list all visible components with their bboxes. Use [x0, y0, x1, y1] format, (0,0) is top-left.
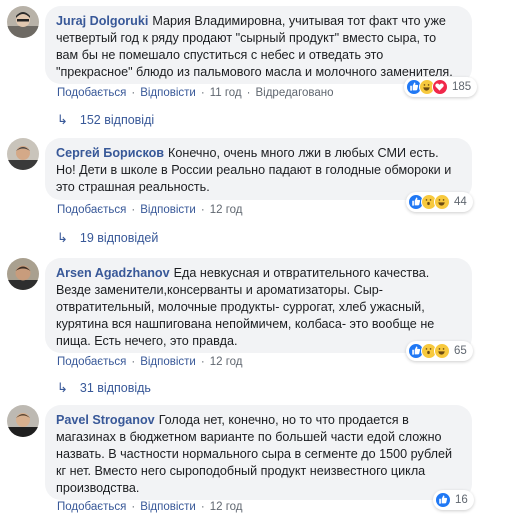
comment-author[interactable]: Сергей Борисков: [56, 146, 164, 160]
like-link[interactable]: Подобається: [57, 501, 126, 513]
reply-link[interactable]: Відповісти: [140, 204, 196, 216]
love-icon: [432, 79, 448, 95]
reply-link[interactable]: Відповісти: [140, 356, 196, 368]
avatar[interactable]: [7, 405, 39, 437]
view-replies[interactable]: ↳ 152 відповіді: [57, 112, 154, 128]
reaction-count: 185: [452, 81, 472, 93]
avatar[interactable]: [7, 138, 39, 170]
replies-count[interactable]: 152 відповіді: [80, 113, 154, 127]
comment-actions: Подобається · Відповісти · 11 год · Відредагов…: [57, 87, 334, 99]
comment-author[interactable]: Arsen Agadzhanov: [56, 266, 170, 280]
comment-bubble: Arsen Agadzhanov Еда невкусная и отвратит…: [45, 258, 472, 353]
reply-arrow-icon: ↳: [57, 230, 68, 245]
replies-count[interactable]: 31 відповідь: [80, 381, 151, 395]
avatar[interactable]: [7, 6, 39, 38]
like-icon: [435, 492, 451, 508]
avatar[interactable]: [7, 258, 39, 290]
haha-icon: [434, 194, 450, 210]
comment-actions: Подобається · Відповісти · 12 год: [57, 501, 243, 513]
reaction-count: 16: [455, 494, 468, 506]
reaction-summary[interactable]: 16: [433, 490, 474, 510]
reply-arrow-icon: ↳: [57, 380, 68, 395]
comment-actions: Подобається · Відповісти · 12 год: [57, 356, 243, 368]
reply-link[interactable]: Відповісти: [140, 87, 196, 99]
comment-author[interactable]: Pavel Stroganov: [56, 413, 155, 427]
comment-2: Сергей Борисков Конечно, очень много лжи …: [0, 130, 505, 250]
replies-count[interactable]: 19 відповідей: [80, 231, 158, 245]
comment-4: Pavel Stroganov Голода нет, конечно, но т…: [0, 400, 505, 516]
comment-time[interactable]: 12 год: [210, 204, 243, 216]
view-replies[interactable]: ↳ 31 відповідь: [57, 380, 151, 396]
view-replies[interactable]: ↳ 19 відповідей: [57, 230, 158, 246]
reaction-count: 65: [454, 345, 467, 357]
reaction-summary[interactable]: 65: [406, 341, 473, 361]
reaction-count: 44: [454, 196, 467, 208]
comment-bubble: Сергей Борисков Конечно, очень много лжи …: [45, 138, 472, 200]
comment-3: Arsen Agadzhanov Еда невкусная и отвратит…: [0, 250, 505, 400]
comment-actions: Подобається · Відповісти · 12 год: [57, 204, 243, 216]
comment-time[interactable]: 12 год: [210, 501, 243, 513]
comment-time[interactable]: 11 год: [210, 87, 242, 99]
reply-link[interactable]: Відповісти: [140, 501, 196, 513]
like-link[interactable]: Подобається: [57, 87, 126, 99]
reply-arrow-icon: ↳: [57, 112, 68, 127]
reaction-summary[interactable]: 185: [404, 77, 478, 97]
comment-author[interactable]: Juraj Dolgoruki: [56, 14, 148, 28]
haha-icon: [434, 343, 450, 359]
comment-1: Juraj Dolgoruki Мария Владимировна, учиты…: [0, 0, 505, 130]
reaction-summary[interactable]: 44: [406, 192, 473, 212]
comment-bubble: Pavel Stroganov Голода нет, конечно, но т…: [45, 405, 472, 500]
comment-bubble: Juraj Dolgoruki Мария Владимировна, учиты…: [45, 6, 472, 84]
like-link[interactable]: Подобається: [57, 356, 126, 368]
comment-time[interactable]: 12 год: [210, 356, 243, 368]
like-link[interactable]: Подобається: [57, 204, 126, 216]
edited-label: Відредаговано: [255, 87, 334, 99]
